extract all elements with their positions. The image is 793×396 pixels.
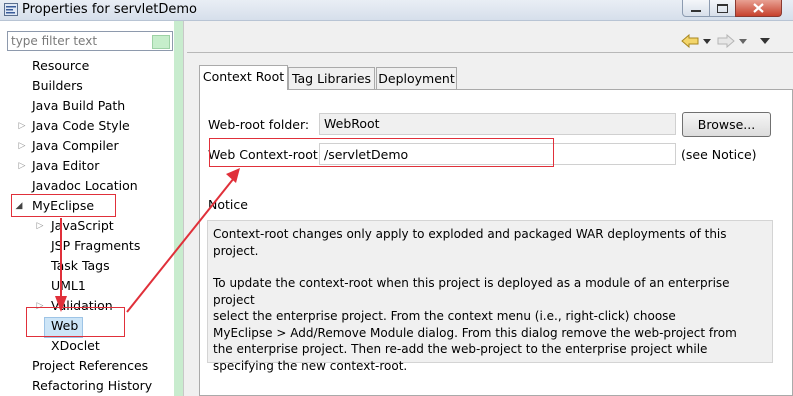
filter-clear-icon[interactable]: [152, 35, 170, 49]
tree-expand-icon[interactable]: ▷: [17, 116, 27, 136]
close-icon: [753, 3, 764, 13]
notice-paragraph: To update the context-root when this pro…: [213, 276, 737, 373]
tab-tag-libraries[interactable]: Tag Libraries: [288, 67, 375, 89]
annotation-box-web: [26, 307, 125, 337]
web-root-folder-label: Web-root folder:: [208, 117, 310, 132]
title-bar: Properties for servletDemo: [0, 0, 793, 21]
forward-dropdown-icon[interactable]: [739, 39, 747, 45]
filter-input[interactable]: [8, 32, 154, 50]
toolbar-separator: [187, 52, 793, 53]
minimize-button[interactable]: [682, 0, 710, 17]
close-button[interactable]: [735, 0, 782, 17]
browse-button[interactable]: Browse...: [682, 112, 771, 137]
filter-box: [7, 31, 173, 51]
back-arrow-icon[interactable]: [681, 34, 699, 48]
tree-expand-icon[interactable]: ▷: [17, 136, 27, 156]
web-root-folder-field: WebRoot: [319, 113, 676, 135]
back-dropdown-icon[interactable]: [703, 39, 711, 45]
app-icon: [4, 3, 18, 16]
maximize-button[interactable]: [709, 0, 736, 17]
forward-arrow-icon[interactable]: [717, 34, 735, 48]
see-notice-label: (see Notice): [681, 147, 757, 162]
notice-heading: Notice: [208, 197, 248, 212]
navigation-toolbar: [679, 32, 779, 50]
notice-text: Context-root changes only apply to explo…: [207, 220, 773, 373]
tree-scrollbar[interactable]: [174, 21, 183, 396]
window-title: Properties for servletDemo: [22, 2, 197, 17]
annotation-box-myeclipse: [11, 194, 116, 217]
tab-context-root[interactable]: Context Root: [199, 65, 288, 90]
tree-expand-icon[interactable]: ▷: [17, 156, 27, 176]
annotation-box-context-root: [209, 138, 554, 167]
view-menu-icon[interactable]: [760, 38, 770, 45]
tab-deployment[interactable]: Deployment: [376, 67, 457, 89]
tree-expand-icon[interactable]: ▷: [35, 216, 45, 236]
notice-paragraph: Context-root changes only apply to explo…: [213, 227, 727, 258]
